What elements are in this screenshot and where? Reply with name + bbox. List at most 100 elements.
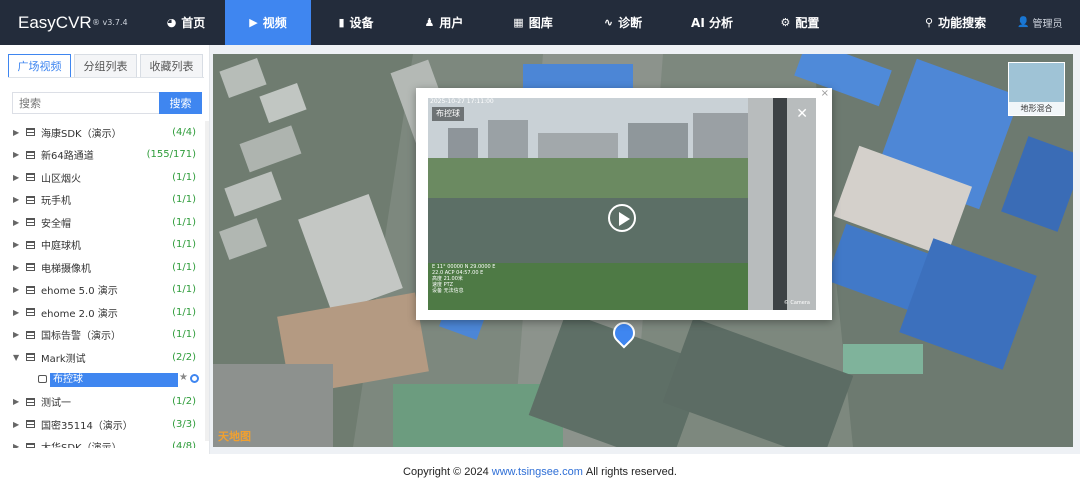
map-layer-switch[interactable]: 地形混合 [1008, 62, 1065, 116]
tree-node[interactable]: ▶ 海康SDK（演示） (4/4) [0, 121, 206, 143]
tree-node[interactable]: ▶ 电梯摄像机 (1/1) [0, 256, 206, 278]
tree-node-count: (155/171) [146, 149, 196, 160]
map-view[interactable]: 地形混合 天地图 × 2025-10-27 17:11:00 布控球 ✕ E 1… [213, 54, 1073, 447]
device-group-icon [26, 285, 35, 294]
device-sidebar: 广场视频 分组列表 收藏列表 搜索 ▶ 海康SDK（演示） (4/4) ▶ 新64路通道… [0, 45, 210, 454]
device-group-icon [26, 173, 35, 181]
search-icon: ⚲ [925, 16, 934, 29]
app-logo[interactable]: EasyCVR [18, 13, 92, 33]
tree-node[interactable]: ▶ 国标告警（演示） (1/1) [0, 324, 206, 346]
tree-node-label: 中庭球机 [41, 241, 81, 252]
tree-node-label: Mark测试 [41, 353, 86, 365]
caret-down-icon[interactable]: ▼ [13, 353, 19, 362]
caret-right-icon[interactable]: ▶ [13, 150, 19, 159]
nav-users[interactable]: ♟ 用户 [406, 0, 482, 45]
tree-node-label: 国密35114（演示） [41, 420, 133, 432]
tree-node[interactable]: ▶ ehome 5.0 演示 (1/1) [0, 279, 206, 301]
device-group-icon [26, 330, 35, 339]
nav-diagnose[interactable]: ∿ 诊断 [585, 0, 661, 45]
camera-icon [38, 374, 47, 383]
popup-close-icon[interactable]: × [821, 88, 829, 99]
tab-group-list[interactable]: 分组列表 [74, 54, 137, 78]
tree-node-count: (2/2) [172, 351, 196, 363]
feature-search-button[interactable]: ⚲ 功能搜索 [925, 0, 986, 45]
nav-ai-analysis[interactable]: AI 分析 [674, 0, 750, 45]
tree-node-count: (4/4) [172, 126, 196, 138]
tree-node-count: (1/1) [172, 216, 196, 228]
device-group-icon [26, 420, 35, 428]
tree-node[interactable]: ▼ Mark测试 (2/2) [0, 346, 206, 368]
tree-node-count: (1/2) [172, 396, 196, 407]
play-icon[interactable] [608, 204, 636, 232]
tab-favorites[interactable]: 收藏列表 [140, 54, 203, 78]
player-close-icon[interactable]: ✕ [796, 106, 808, 122]
device-group-icon [26, 128, 35, 136]
footer: Copyright © 2024 www.tsingsee.com All ri… [0, 454, 1080, 489]
tab-divider [8, 77, 204, 78]
tree-child-selected[interactable]: 布控球 ★ [0, 372, 206, 388]
tree-node[interactable]: ▶ 国密35114（演示） (3/3) [0, 413, 206, 435]
tree-node[interactable]: ▶ ehome 2.0 演示 (1/1) [0, 301, 206, 323]
gallery-icon: ▦ [513, 16, 524, 29]
tree-node-count: (1/1) [172, 261, 196, 273]
device-tree: ▶ 海康SDK（演示） (4/4) ▶ 新64路通道 (155/171) ▶ 山区烟火 (1/1… [0, 121, 206, 448]
map-watermark-logo: 天地图 [218, 430, 251, 443]
device-search-input[interactable] [12, 92, 159, 114]
tree-node-label: 海康SDK（演示） [41, 128, 122, 140]
channel-name-label: 布控球 [432, 107, 464, 121]
nav-devices[interactable]: ▮ 设备 [318, 0, 394, 45]
caret-right-icon[interactable]: ▶ [13, 195, 19, 204]
device-group-icon [26, 397, 35, 406]
tree-node-label: 玩手机 [41, 196, 71, 207]
caret-right-icon[interactable]: ▶ [13, 128, 19, 137]
tree-node[interactable]: ▶ 安全帽 (1/1) [0, 211, 206, 233]
tree-node-count: (1/1) [172, 239, 196, 250]
nav-gallery[interactable]: ▦ 图库 [495, 0, 571, 45]
caret-right-icon[interactable]: ▶ [13, 308, 19, 317]
locate-pin-icon[interactable] [190, 373, 199, 383]
tree-child-label: 布控球 [50, 372, 178, 387]
tree-scrollbar[interactable] [205, 121, 209, 441]
tree-node-label: 安全帽 [41, 218, 71, 230]
tab-square-video[interactable]: 广场视频 [8, 54, 71, 78]
tree-node[interactable]: ▶ 大华SDK（演示） (4/8) [0, 436, 206, 448]
device-group-icon [26, 150, 35, 159]
caret-right-icon[interactable]: ▶ [13, 263, 19, 272]
device-search-button[interactable]: 搜索 [159, 92, 202, 114]
caret-right-icon[interactable]: ▶ [13, 240, 19, 249]
tree-node[interactable]: ▶ 新64路通道 (155/171) [0, 144, 206, 166]
tree-node-count: (1/1) [172, 306, 196, 318]
tree-node-count: (1/1) [172, 329, 196, 340]
tree-node-label: ehome 5.0 演示 [41, 286, 118, 297]
tree-node-count: (3/3) [172, 418, 196, 430]
user-menu[interactable]: 👤 管理员 [1017, 0, 1062, 45]
tree-node-count: (4/8) [172, 441, 196, 448]
tree-node[interactable]: ▶ 玩手机 (1/1) [0, 189, 206, 211]
caret-right-icon[interactable]: ▶ [13, 330, 19, 339]
caret-right-icon[interactable]: ▶ [13, 173, 19, 182]
caret-right-icon[interactable]: ▶ [13, 420, 19, 429]
tree-node-count: (1/1) [172, 194, 196, 205]
tree-node-label: 国标告警（演示） [41, 331, 121, 342]
caret-right-icon[interactable]: ▶ [13, 442, 19, 448]
nav-config[interactable]: ⚙ 配置 [762, 0, 838, 45]
tree-node-count: (1/1) [172, 284, 196, 295]
tree-node[interactable]: ▶ 测试一 (1/2) [0, 391, 206, 413]
tree-node[interactable]: ▶ 中庭球机 (1/1) [0, 234, 206, 256]
tree-node[interactable]: ▶ 山区烟火 (1/1) [0, 166, 206, 188]
nav-video[interactable]: ▶ 视频 [225, 0, 311, 45]
user-add-icon: ♟ [424, 16, 435, 29]
caret-right-icon[interactable]: ▶ [13, 397, 19, 406]
dashboard-icon: ◕ [166, 16, 177, 29]
caret-right-icon[interactable]: ▶ [13, 285, 19, 294]
favorite-star-icon[interactable]: ★ [179, 372, 188, 383]
caret-right-icon[interactable]: ▶ [13, 218, 19, 227]
nav-home[interactable]: ◕ 首页 [150, 0, 222, 45]
device-group-icon [26, 263, 35, 271]
footer-link[interactable]: www.tsingsee.com [492, 466, 583, 478]
video-overlay-text: E 11° 00000 N 29.0000 E 22.0 ACP 04:57.0… [432, 264, 496, 294]
device-group-icon [26, 353, 35, 361]
tree-node-label: 山区烟火 [41, 173, 81, 185]
video-player[interactable]: 2025-10-27 17:11:00 布控球 ✕ E 11° 00000 N … [428, 98, 816, 310]
tree-node-label: 电梯摄像机 [41, 263, 91, 275]
